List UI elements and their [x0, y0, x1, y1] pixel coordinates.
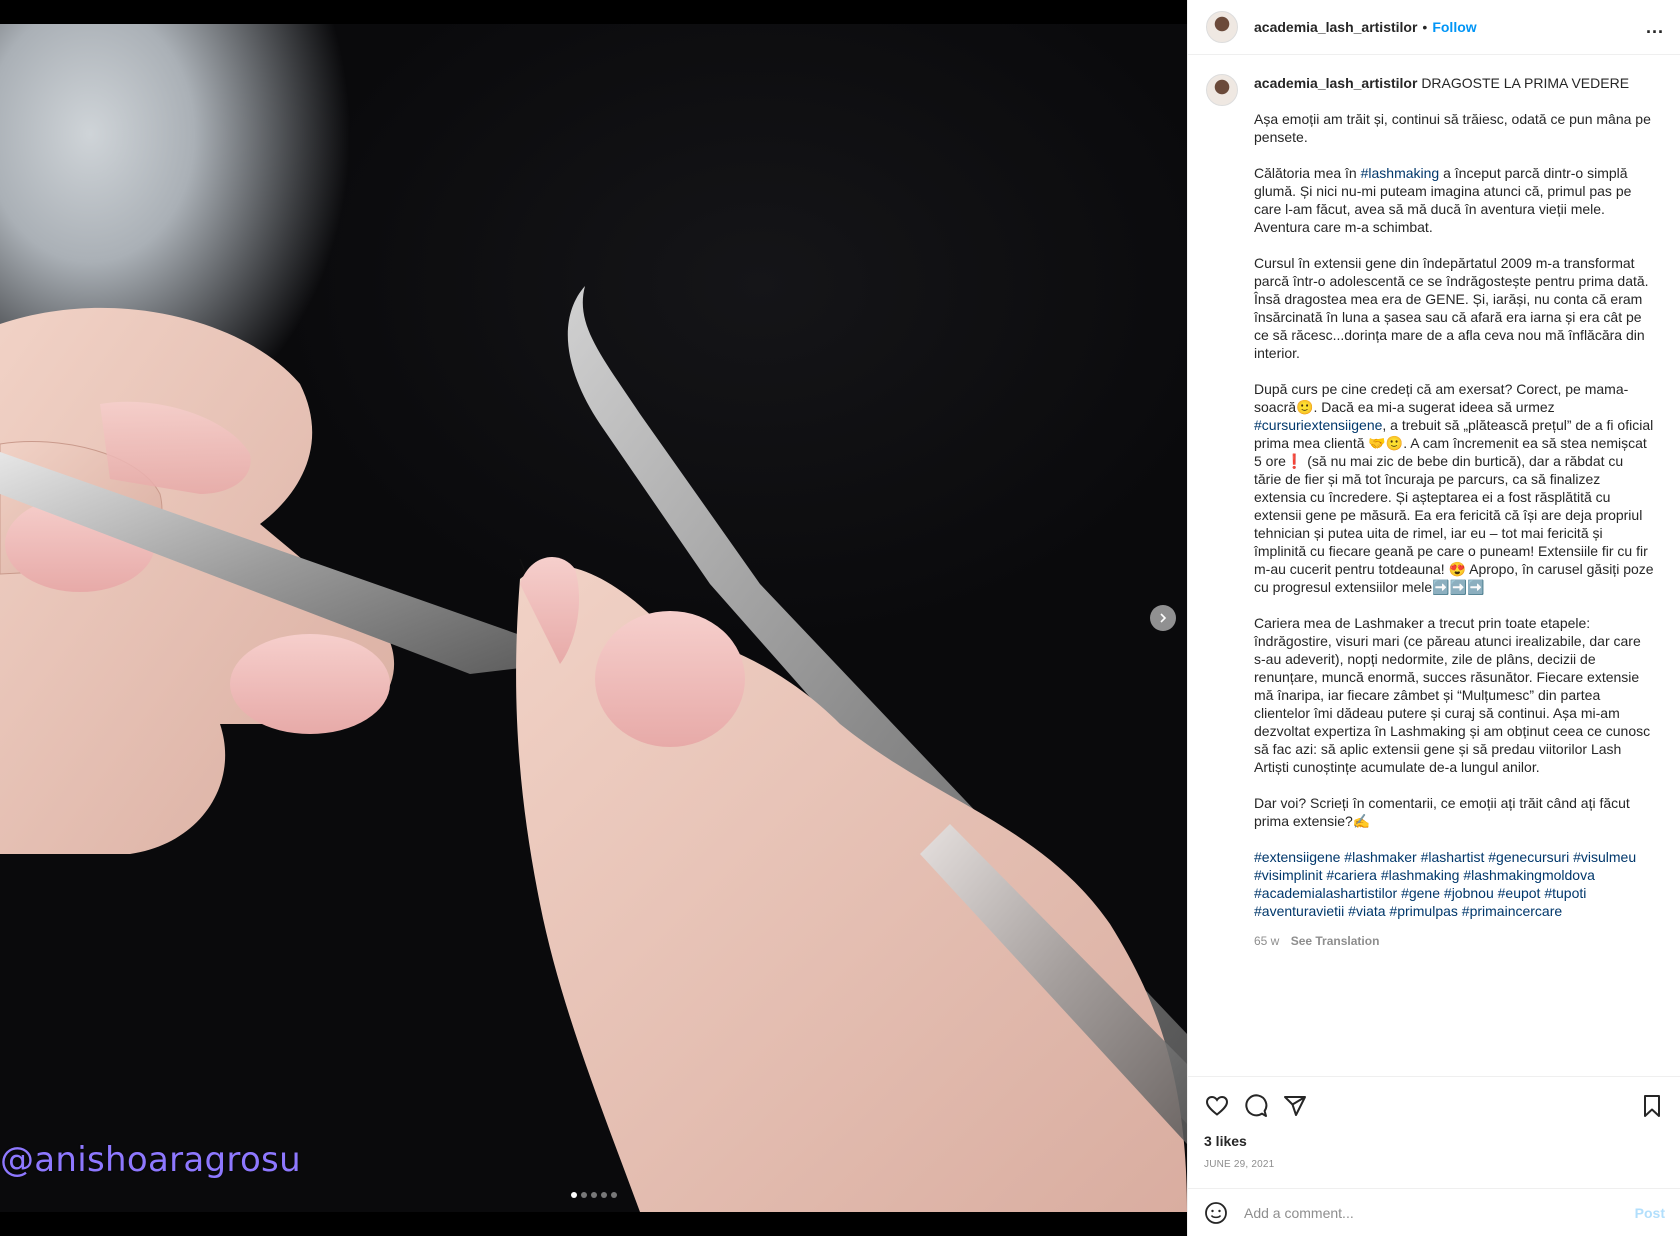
hashtag-link[interactable]: #cariera: [1326, 867, 1377, 883]
post-comment-button[interactable]: Post: [1635, 1205, 1665, 1221]
hashtag-link[interactable]: #cursuriextensiigene: [1254, 417, 1382, 433]
photo-watermark: @anishoaragrosu: [0, 1140, 301, 1180]
hashtag-link[interactable]: #genecursuri: [1488, 849, 1569, 865]
comment-icon: [1245, 1094, 1268, 1117]
caption-text: După curs pe cine credeți că am exersat?…: [1254, 381, 1629, 415]
post-media: @anishoaragrosu: [0, 0, 1187, 1236]
post-header: academia_lash_artistilor • Follow ...: [1188, 0, 1680, 55]
post-actions: 3 likes JUNE 29, 2021: [1188, 1076, 1680, 1170]
header-separator: •: [1422, 19, 1428, 35]
hashtag-link[interactable]: #primaincercare: [1462, 903, 1562, 919]
avatar[interactable]: [1206, 11, 1238, 43]
share-button[interactable]: [1282, 1093, 1308, 1119]
caption-paragraph: Dar voi? Scrieți în comentarii, ce emoți…: [1254, 795, 1630, 829]
hashtag-link[interactable]: #lashmaking: [1361, 165, 1440, 181]
carousel-dot: [571, 1192, 577, 1198]
carousel-dot: [601, 1192, 607, 1198]
hashtag-link[interactable]: #primulpas: [1389, 903, 1457, 919]
follow-button[interactable]: Follow: [1432, 19, 1476, 35]
comment-button[interactable]: [1243, 1093, 1269, 1119]
save-button[interactable]: [1639, 1093, 1665, 1119]
hashtag-link[interactable]: #lashmaking: [1381, 867, 1460, 883]
caption: academia_lash_artistilor DRAGOSTE LA PRI…: [1254, 74, 1654, 1076]
carousel-dot: [591, 1192, 597, 1198]
carousel-dot: [611, 1192, 617, 1198]
caption-username[interactable]: academia_lash_artistilor: [1254, 75, 1417, 91]
photo-illustration: [0, 286, 1187, 1212]
post-age: 65 w: [1254, 934, 1280, 948]
chevron-right-icon: [1160, 613, 1167, 623]
hashtag-link[interactable]: #aventuravietii: [1254, 903, 1344, 919]
caption-text: Călătoria mea în: [1254, 165, 1361, 181]
hashtag-link[interactable]: #jobnou: [1444, 885, 1494, 901]
more-options-button[interactable]: ...: [1646, 17, 1664, 38]
caption-title: DRAGOSTE LA PRIMA VEDERE: [1421, 75, 1630, 91]
caption-area: academia_lash_artistilor DRAGOSTE LA PRI…: [1188, 56, 1680, 1076]
emoji-icon[interactable]: [1204, 1201, 1228, 1225]
see-translation-button[interactable]: See Translation: [1291, 934, 1380, 948]
caption-avatar[interactable]: [1206, 74, 1238, 106]
hashtag-link[interactable]: #tupoti: [1544, 885, 1586, 901]
like-button[interactable]: [1204, 1093, 1230, 1119]
bookmark-icon: [1644, 1095, 1660, 1117]
paper-plane-icon: [1284, 1096, 1306, 1116]
hashtag-link[interactable]: #viata: [1348, 903, 1385, 919]
caption-text: , a trebuit să „plătească prețul” de a f…: [1254, 417, 1654, 595]
carousel-indicator: [571, 1192, 617, 1198]
carousel-dot: [581, 1192, 587, 1198]
caption-meta: 65 w See Translation: [1254, 932, 1654, 950]
comment-input[interactable]: [1242, 1203, 1635, 1222]
hashtag-link[interactable]: #lashmakingmoldova: [1463, 867, 1595, 883]
hashtag-list: #extensiigene #lashmaker #lashartist #ge…: [1254, 848, 1654, 920]
caption-paragraph: După curs pe cine credeți că am exersat?…: [1254, 380, 1654, 596]
hashtag-link[interactable]: #visulmeu: [1573, 849, 1636, 865]
action-icons: [1204, 1091, 1665, 1121]
caption-paragraph: Călătoria mea în #lashmaking a început p…: [1254, 164, 1654, 236]
post-side-panel: academia_lash_artistilor • Follow ... ac…: [1187, 0, 1680, 1236]
caption-paragraph: Așa emoții am trăit și, continui să trăi…: [1254, 111, 1651, 145]
hashtag-link[interactable]: #gene: [1401, 885, 1440, 901]
hashtag-link[interactable]: #academialashartistilor: [1254, 885, 1397, 901]
carousel-next-button[interactable]: [1150, 605, 1176, 631]
hashtag-link[interactable]: #lashmaker: [1344, 849, 1416, 865]
caption-paragraph: Cariera mea de Lashmaker a trecut prin t…: [1254, 615, 1651, 775]
header-username[interactable]: academia_lash_artistilor: [1254, 19, 1417, 35]
post-date: JUNE 29, 2021: [1204, 1159, 1275, 1170]
like-count[interactable]: 3 likes: [1204, 1133, 1665, 1149]
heart-icon: [1205, 1095, 1229, 1116]
hashtag-link[interactable]: #extensiigene: [1254, 849, 1340, 865]
hashtag-link[interactable]: #visimplinit: [1254, 867, 1322, 883]
hashtag-link[interactable]: #eupot: [1498, 885, 1541, 901]
hashtag-link[interactable]: #lashartist: [1421, 849, 1485, 865]
comment-bar: Post: [1188, 1188, 1680, 1236]
caption-paragraph: Cursul în extensii gene din îndepărtatul…: [1254, 255, 1649, 361]
post-photo: [0, 24, 1187, 1212]
